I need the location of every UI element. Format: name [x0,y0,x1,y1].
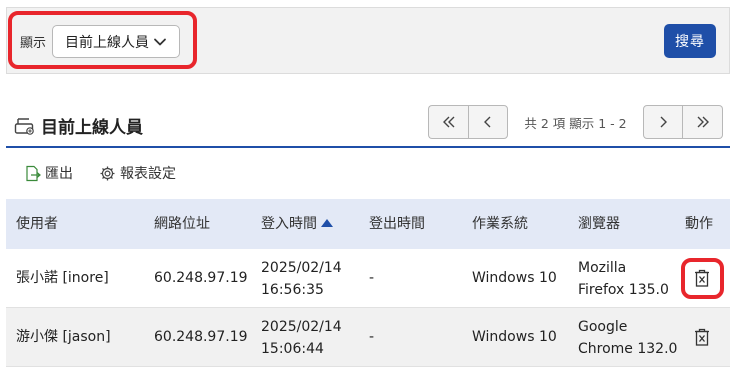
chevron-left-icon [484,116,491,128]
first-page-button[interactable] [428,105,468,139]
highlight-box-action [681,258,724,299]
cell-ip: 60.248.97.19 [154,329,248,345]
table-row: 張小諾 [inore] 60.248.97.19 2025/02/14 16:5… [6,249,730,308]
double-chevron-right-icon [697,116,709,128]
sort-up-icon [321,219,333,227]
section-divider [6,146,730,148]
chevron-down-icon [154,38,166,46]
filter-label: 顯示 [20,36,47,51]
cell-login-clock: 16:56:35 [261,282,324,298]
cell-browser-name: Mozilla [578,260,627,276]
delete-button[interactable] [694,328,710,353]
double-chevron-left-icon [442,116,454,128]
cell-os: Windows 10 [472,329,557,345]
online-users-table: 使用者 網路位址 登入時間 登出時間 作業系統 瀏覽器 動作 張小諾 [inor… [6,199,730,367]
section-title-text: 目前上線人員 [41,118,143,138]
pagination: 共 2 項 顯示 1 - 2 [428,105,723,139]
cell-browser-version: Chrome 132.0 [578,341,678,357]
cell-logout: - [369,329,375,345]
table-row: 游小傑 [jason] 60.248.97.19 2025/02/14 15:0… [6,308,730,367]
header-logout-time: 登出時間 [369,216,425,232]
header-os: 作業系統 [472,216,528,232]
header-action: 動作 [685,216,713,232]
export-label: 匯出 [45,166,73,182]
cell-user: 張小諾 [inore] [16,270,109,286]
report-settings-button[interactable]: 報表設定 [99,163,176,183]
header-login-time-label: 登入時間 [261,216,317,232]
settings-label: 報表設定 [120,166,176,182]
cell-login-date: 2025/02/14 [261,319,342,335]
header-browser: 瀏覽器 [578,216,620,232]
cell-browser-version: Firefox 135.0 [578,282,669,298]
header-ip: 網路位址 [154,216,210,232]
cell-login-date: 2025/02/14 [261,260,342,276]
cell-logout: - [369,270,375,286]
section-title: 目前上線人員 [14,113,143,138]
export-button[interactable]: 匯出 [24,163,73,183]
table-header: 使用者 網路位址 登入時間 登出時間 作業系統 瀏覽器 動作 [6,199,730,249]
chevron-right-icon [660,116,667,128]
cell-user: 游小傑 [jason] [16,329,111,345]
display-select-value: 目前上線人員 [65,34,149,51]
display-select[interactable]: 目前上線人員 [52,25,180,58]
cell-ip: 60.248.97.19 [154,270,248,286]
cell-browser: Google Chrome 132.0 [578,316,677,360]
prev-page-button[interactable] [468,105,508,139]
page-info: 共 2 項 顯示 1 - 2 [524,115,627,131]
cell-login-time: 2025/02/14 15:06:44 [261,316,342,360]
cell-login-clock: 15:06:44 [261,341,324,357]
delete-icon [695,328,709,346]
cell-browser: Mozilla Firefox 135.0 [578,257,669,301]
last-page-button[interactable] [683,105,723,139]
search-button[interactable]: 搜尋 [664,24,716,58]
cell-login-time: 2025/02/14 16:56:35 [261,257,342,301]
export-file-icon [26,165,41,181]
header-user: 使用者 [16,216,58,232]
gear-icon [100,166,115,180]
header-login-time[interactable]: 登入時間 [261,213,333,235]
next-page-button[interactable] [643,105,683,139]
cell-browser-name: Google [578,319,628,335]
cell-os: Windows 10 [472,270,557,286]
printer-icon [14,117,34,135]
report-toolbar: 匯出 報表設定 [24,163,202,183]
